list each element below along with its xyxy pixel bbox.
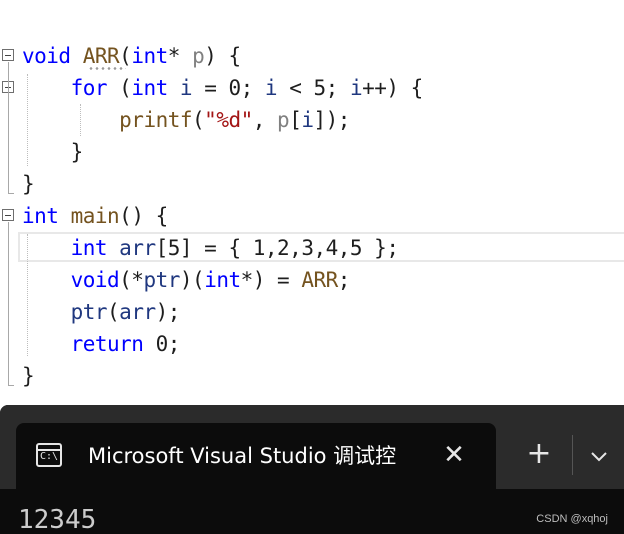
code-line[interactable]: int main() { [22,200,168,232]
code-token: main [70,204,120,228]
code-token: 0; [143,332,181,356]
code-token: [ [289,108,302,132]
code-token: ]); [313,108,351,132]
watermark: CSDN @xqhoj [536,513,608,525]
code-token: for [70,76,108,100]
outline-cap [8,193,14,194]
terminal-tab-title: Microsoft Visual Studio 调试控 [88,444,397,468]
code-token: ( [192,108,205,132]
code-token: ARR [82,44,120,68]
code-token: return [70,332,144,356]
code-token: * [167,44,193,68]
code-token: ARR [301,268,338,292]
code-line[interactable]: return 0; [22,328,181,360]
code-token: arr [119,236,156,260]
outline-line [8,222,9,386]
code-token: ptr [70,300,108,324]
code-token: } [22,140,84,164]
code-token: int [70,236,108,260]
code-token: printf [119,108,193,132]
code-token: () { [119,204,168,228]
code-line[interactable]: } [22,168,35,200]
code-token: ( [107,76,132,100]
code-token: [5] = { 1,2,3,4,5 }; [155,236,399,260]
code-token: ( [119,44,132,68]
code-token: i [301,108,314,132]
code-token: ; [337,268,351,292]
code-token: arr [119,300,156,324]
chevron-down-icon[interactable] [584,441,614,471]
code-token: } [22,172,35,196]
code-token: int [22,204,59,228]
code-token: p [192,44,205,68]
terminal-output: 12345 [18,505,97,534]
close-icon[interactable]: ✕ [440,439,468,471]
code-line[interactable]: for (int i = 0; i < 5; i++) { [22,72,424,104]
code-token: i [264,76,278,100]
code-token: < 5; [277,76,350,100]
code-token: i [349,76,363,100]
code-line[interactable]: printf("%d", p[i]); [22,104,350,136]
terminal-tab[interactable]: C:\ Microsoft Visual Studio 调试控 ✕ [16,423,496,489]
code-token: int [131,76,168,100]
collapse-icon[interactable] [2,209,14,221]
terminal-tabbar: C:\ Microsoft Visual Studio 调试控 ✕ + [0,405,624,489]
code-token: ) { [204,44,241,68]
code-token: , [252,108,278,132]
code-token: } [22,364,35,388]
code-line[interactable]: int arr[5] = { 1,2,3,4,5 }; [22,232,399,264]
code-token: ); [155,300,181,324]
code-line[interactable]: void ARR(int* p) { [22,40,241,72]
console-icon: C:\ [36,443,62,467]
terminal-window[interactable]: C:\ Microsoft Visual Studio 调试控 ✕ + 1234… [0,405,624,534]
code-token: void [22,44,71,68]
code-line[interactable]: } [22,136,84,168]
code-token: "%d" [204,108,253,132]
code-token: void [70,268,120,292]
code-token: *) = [240,268,302,292]
collapse-icon[interactable] [2,49,14,61]
code-token: int [204,268,241,292]
code-line[interactable]: ptr(arr); [22,296,181,328]
code-token: p [277,108,290,132]
code-token: (* [119,268,144,292]
tabbar-separator [572,435,573,475]
outline-cap [8,385,14,386]
console-icon-glyph: C:\ [40,451,59,462]
code-token: ( [107,300,120,324]
code-token: int [131,44,168,68]
plus-icon[interactable]: + [522,437,556,471]
code-token: ptr [143,268,180,292]
code-token: ++) { [362,76,423,100]
code-line[interactable]: void(*ptr)(int*) = ARR; [22,264,351,296]
terminal-body[interactable]: 12345 CSDN @xqhoj [0,489,624,534]
outline-line [8,62,9,194]
code-token: i [179,76,193,100]
code-line[interactable]: } [22,360,35,392]
code-token: )( [179,268,205,292]
code-editor[interactable]: void ARR(int* p) { for (int i = 0; i < 5… [0,0,624,405]
code-token: = 0; [192,76,265,100]
